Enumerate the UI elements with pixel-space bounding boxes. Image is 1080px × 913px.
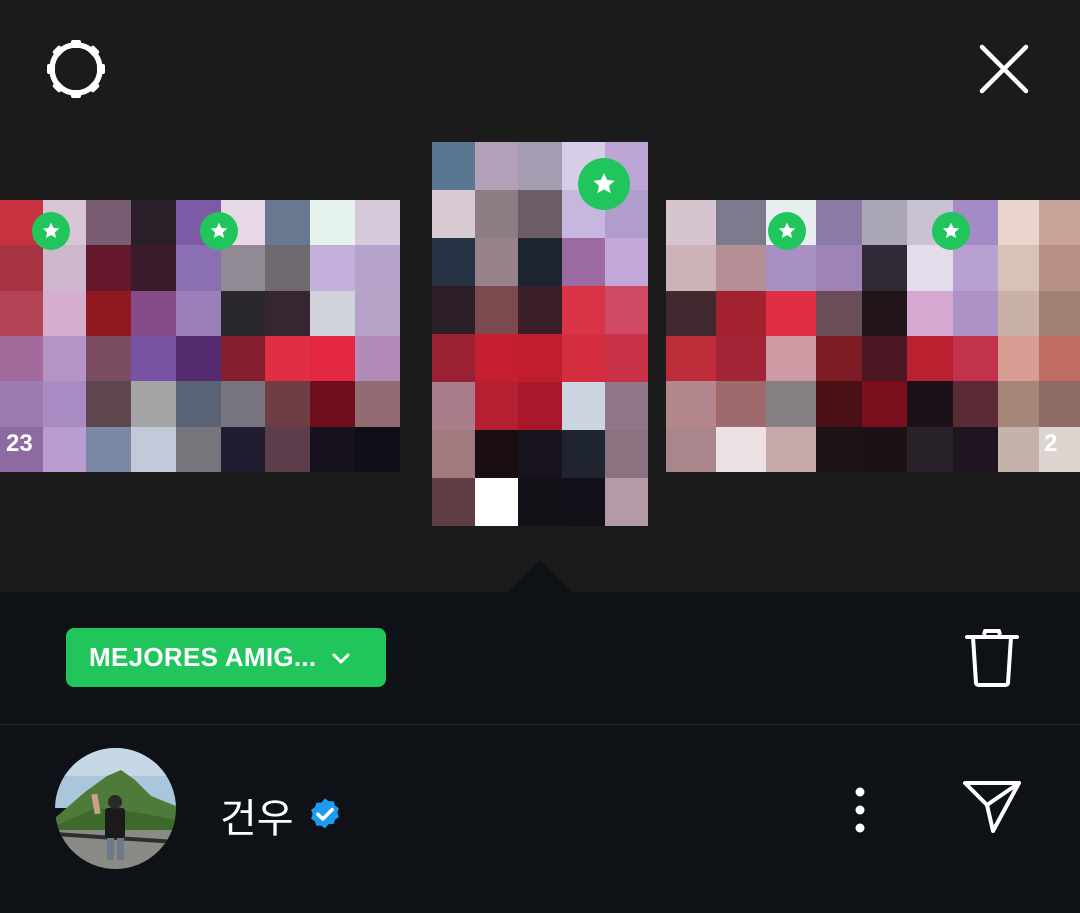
gear-icon [47, 40, 105, 98]
views-count: 23 [6, 430, 33, 457]
story-thumbnail[interactable]: 2 [998, 200, 1080, 472]
audience-label: MEJORES AMIG... [89, 642, 317, 672]
best-friends-badge [578, 158, 630, 210]
best-friends-badge [32, 212, 70, 250]
story-actions-panel: MEJORES AMIG... 건우 [0, 592, 1080, 913]
more-options-button[interactable] [830, 774, 890, 846]
views-count: 2 [1044, 430, 1058, 457]
star-icon [42, 222, 60, 238]
close-button[interactable] [968, 33, 1040, 105]
story-viewer-screen: 23 2 MEJORES AMIG... 건우 [0, 0, 1080, 913]
trash-icon [965, 629, 1019, 687]
best-friends-badge [932, 212, 970, 250]
story-thumbnail[interactable] [86, 200, 400, 472]
send-icon [963, 781, 1021, 833]
stories-strip[interactable]: 23 2 [0, 142, 1080, 526]
close-icon [979, 44, 1029, 94]
username-row[interactable]: 건우 [220, 786, 344, 844]
star-icon [593, 173, 615, 194]
send-button[interactable] [956, 770, 1028, 842]
chevron-down-icon [330, 647, 352, 669]
verified-badge-icon [306, 796, 344, 834]
best-friends-badge [200, 212, 238, 250]
selected-story-pointer [508, 560, 572, 592]
star-icon [778, 222, 796, 238]
star-icon [942, 222, 960, 238]
audience-selector-button[interactable]: MEJORES AMIG... [66, 628, 386, 687]
more-vertical-icon [855, 787, 865, 833]
settings-button[interactable] [40, 33, 112, 105]
best-friends-badge [768, 212, 806, 250]
delete-button[interactable] [956, 622, 1028, 694]
divider [0, 724, 1080, 725]
story-top-area: 23 2 [0, 0, 1080, 592]
story-thumbnail[interactable]: 23 [0, 200, 86, 472]
star-icon [210, 222, 228, 238]
story-thumbnail-selected[interactable] [432, 142, 648, 526]
username: 건우 [220, 797, 294, 841]
story-thumbnail[interactable] [816, 200, 998, 472]
story-thumbnail[interactable] [666, 200, 816, 472]
avatar[interactable] [55, 748, 176, 869]
